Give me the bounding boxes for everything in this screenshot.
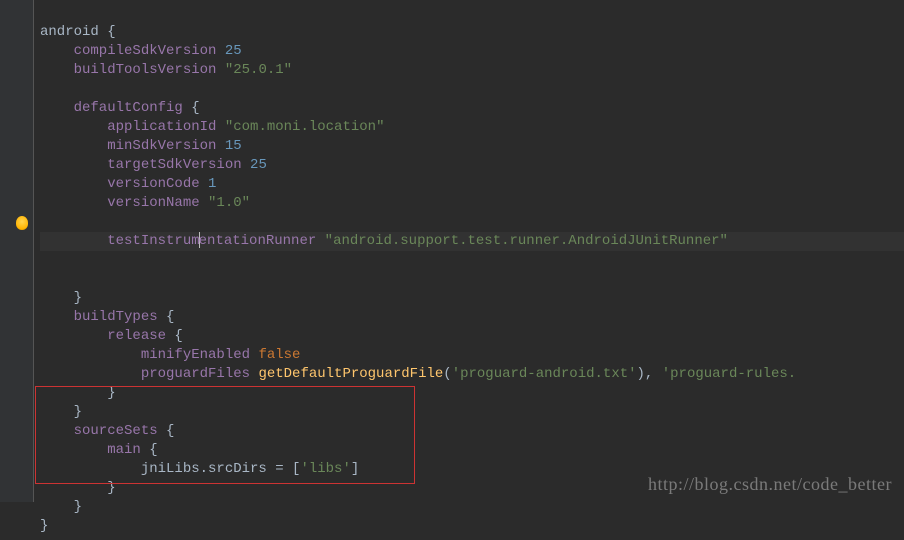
lightbulb-icon[interactable]: [16, 216, 28, 230]
code-line: }: [40, 499, 82, 515]
code-line: sourceSets {: [40, 423, 174, 439]
code-line: }: [40, 518, 48, 534]
code-line-active: testInstrumentationRunner "android.suppo…: [40, 232, 904, 251]
code-line: proguardFiles getDefaultProguardFile('pr…: [40, 366, 796, 382]
watermark-text: http://blog.csdn.net/code_better: [648, 475, 892, 494]
code-line: minifyEnabled false: [40, 347, 300, 363]
code-editor[interactable]: android { compileSdkVersion 25 buildTool…: [20, 0, 904, 540]
code-line: applicationId "com.moni.location": [40, 119, 384, 135]
code-line: }: [40, 290, 82, 306]
code-line: versionName "1.0": [40, 195, 250, 211]
code-line: defaultConfig {: [40, 100, 200, 116]
code-line: targetSdkVersion 25: [40, 157, 267, 173]
code-line: }: [40, 404, 82, 420]
code-line: buildTypes {: [40, 309, 174, 325]
editor-gutter: [0, 0, 34, 502]
code-line: versionCode 1: [40, 176, 216, 192]
code-line: }: [40, 385, 116, 401]
code-line: buildToolsVersion "25.0.1": [40, 62, 292, 78]
code-line: minSdkVersion 15: [40, 138, 242, 154]
code-line: compileSdkVersion 25: [40, 43, 242, 59]
code-line: main {: [40, 442, 158, 458]
code-line: release {: [40, 328, 183, 344]
code-line: }: [40, 480, 116, 496]
code-line: android {: [40, 24, 116, 40]
code-line: jniLibs.srcDirs = ['libs']: [40, 461, 359, 477]
